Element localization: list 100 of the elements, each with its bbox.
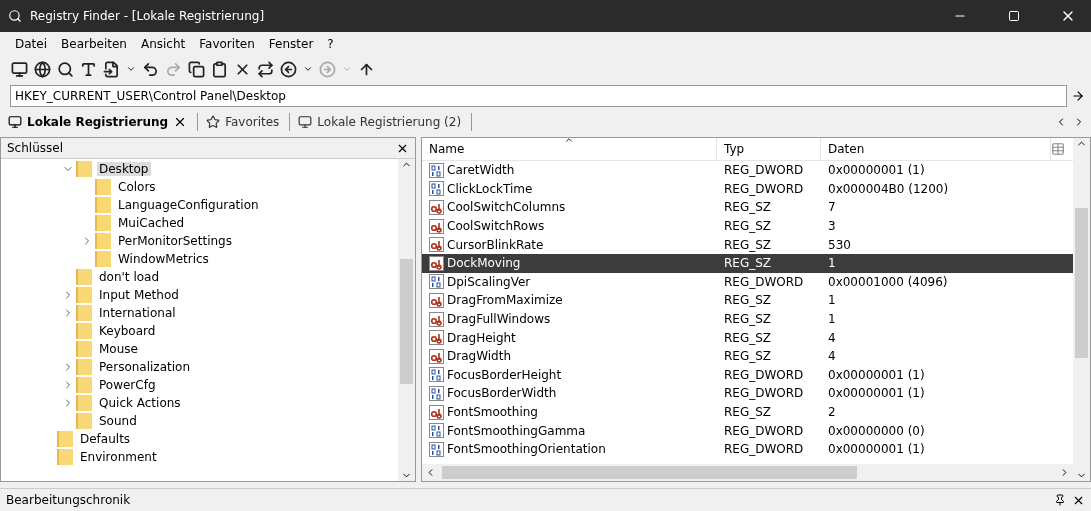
tree-item[interactable]: Colors (116, 180, 158, 194)
tab[interactable]: Lokale Registrierung (2) (296, 113, 473, 131)
value-row[interactable]: DragFromMaximize REG_SZ 1 (422, 291, 1073, 310)
table-cell: ClickLockTime (422, 181, 717, 197)
table-cell: DragHeight (422, 330, 717, 346)
panel-title: Schlüssel (7, 141, 63, 155)
table-cell-text: 7 (827, 200, 837, 215)
horizontal-scrollbar[interactable] (422, 464, 1073, 481)
paste-icon (211, 60, 228, 78)
column-header[interactable]: Typ (717, 138, 821, 160)
column-header[interactable]: Daten (821, 138, 1051, 160)
value-row[interactable]: DockMoving REG_SZ 1 (422, 253, 1073, 273)
value-row[interactable]: DragHeight REG_SZ 4 (422, 328, 1073, 347)
column-header[interactable]: Name (422, 138, 717, 160)
tree-item[interactable]: PowerCfg (97, 378, 158, 392)
table-cell: FocusBorderWidth (422, 385, 717, 401)
tree-item[interactable]: WindowMetrics (116, 252, 211, 266)
tree-item[interactable]: Mouse (97, 342, 140, 356)
table-cell-text: 0x00000001 (1) (827, 442, 926, 457)
search-icon (57, 60, 74, 78)
tree-item[interactable]: LanguageConfiguration (116, 198, 261, 212)
value-row[interactable]: DragFullWindows REG_SZ 1 (422, 309, 1073, 329)
value-row[interactable]: CoolSwitchRows REG_SZ 3 (422, 216, 1073, 236)
value-row[interactable]: CursorBlinkRate REG_SZ 530 (422, 235, 1073, 254)
computer-button[interactable] (10, 59, 29, 79)
value-row[interactable]: FocusBorderWidth REG_DWORD 0x00000001 (1) (422, 384, 1073, 403)
folder-icon (76, 305, 92, 321)
table-cell-text: REG_DWORD (723, 386, 805, 401)
menu-item[interactable]: Fenster (263, 35, 319, 53)
pin-icon[interactable] (1054, 493, 1066, 506)
folder-icon (76, 323, 92, 339)
table-cell-text: REG_SZ (723, 312, 773, 327)
copy-icon (188, 60, 205, 78)
redo-icon (165, 60, 182, 78)
value-row[interactable]: FontSmoothingOrientation REG_DWORD 0x00000001 (1) (422, 439, 1073, 459)
tree-item[interactable]: MuiCached (116, 216, 187, 230)
value-row[interactable]: DragWidth REG_SZ 4 (422, 346, 1073, 366)
tree-item[interactable]: Quick Actions (97, 396, 183, 410)
value-row[interactable]: CoolSwitchColumns REG_SZ 7 (422, 198, 1073, 217)
menu-item[interactable]: Bearbeiten (56, 35, 132, 53)
forward-icon (319, 60, 336, 78)
star-icon (206, 115, 221, 129)
tree-item[interactable]: Keyboard (97, 324, 158, 338)
vertical-scrollbar[interactable] (398, 159, 415, 481)
tree-item[interactable]: Input Method (97, 288, 181, 302)
dropdown-icon (342, 64, 352, 74)
table-cell: DockMoving (422, 255, 717, 271)
table-cell-text: REG_DWORD (723, 181, 805, 196)
table-cell-text: 4 (827, 349, 837, 364)
table-cell-text: 0x00000001 (1) (827, 386, 926, 401)
folder-icon (76, 161, 92, 177)
folder-icon (76, 341, 92, 357)
menu-item[interactable]: Datei (10, 35, 52, 53)
value-row[interactable]: ClickLockTime REG_DWORD 0x000004B0 (1200) (422, 179, 1073, 199)
vertical-scrollbar[interactable] (1073, 138, 1090, 481)
value-row[interactable]: FocusBorderHeight REG_DWORD 0x00000001 (1) (422, 365, 1073, 385)
export-button[interactable] (102, 59, 121, 79)
dropdown-icon (303, 64, 313, 74)
computer-icon (8, 115, 22, 129)
value-row[interactable]: DpiScalingVer REG_DWORD 0x00001000 (4096) (422, 272, 1073, 292)
folder-icon (95, 251, 111, 267)
copy-button[interactable] (187, 59, 206, 79)
swap-button[interactable] (256, 59, 275, 79)
tree-item[interactable]: Personalization (97, 360, 192, 374)
window-title: Registry Finder - [Lokale Registrierung] (30, 9, 266, 23)
back-button[interactable] (279, 59, 298, 79)
tree-item[interactable]: Defaults (78, 432, 133, 446)
tree-item[interactable]: International (97, 306, 178, 320)
table-cell-text: REG_SZ (723, 405, 773, 419)
tree-item[interactable]: PerMonitorSettings (116, 234, 234, 248)
table-cell-text: REG_SZ (723, 219, 773, 234)
folder-icon (95, 215, 111, 231)
tab[interactable]: Favorites (204, 113, 291, 131)
table-cell: DragWidth (422, 348, 717, 364)
folder-icon (76, 287, 92, 303)
table-cell-text: REG_DWORD (723, 442, 805, 457)
tab[interactable]: Lokale Registrierung (6, 113, 199, 131)
value-row[interactable]: FontSmoothing REG_SZ 2 (422, 402, 1073, 422)
tree-item[interactable]: Desktop (97, 162, 151, 176)
menu-item[interactable]: ? (322, 35, 339, 53)
tree-item[interactable]: Environment (78, 450, 159, 464)
table-cell-text: REG_DWORD (723, 423, 805, 438)
menu-item[interactable]: Favoriten (194, 35, 260, 53)
table-cell-text: 1 (827, 256, 837, 271)
address-field[interactable]: HKEY_CURRENT_USER\Control Panel\Desktop (10, 85, 1067, 107)
table-cell: FontSmoothingOrientation (422, 441, 717, 457)
panel-title: Bearbeitungschronik (6, 493, 131, 507)
paste-button[interactable] (210, 59, 229, 79)
search-button[interactable] (56, 59, 75, 79)
table-cell: CursorBlinkRate (422, 237, 717, 253)
menu-item[interactable]: Ansicht (135, 35, 191, 53)
go-icon[interactable] (1071, 89, 1085, 103)
folder-icon (57, 431, 73, 447)
tree-item[interactable]: don't load (97, 270, 162, 284)
tree-item[interactable]: Sound (97, 414, 139, 428)
table-cell: CaretWidth (422, 162, 717, 178)
columns-icon[interactable] (1051, 142, 1065, 156)
table-cell-text: REG_SZ (723, 349, 773, 364)
value-row[interactable]: FontSmoothingGamma REG_DWORD 0x00000000 (0) (422, 421, 1073, 440)
value-row[interactable]: CaretWidth REG_DWORD 0x00000001 (1) (422, 161, 1073, 180)
